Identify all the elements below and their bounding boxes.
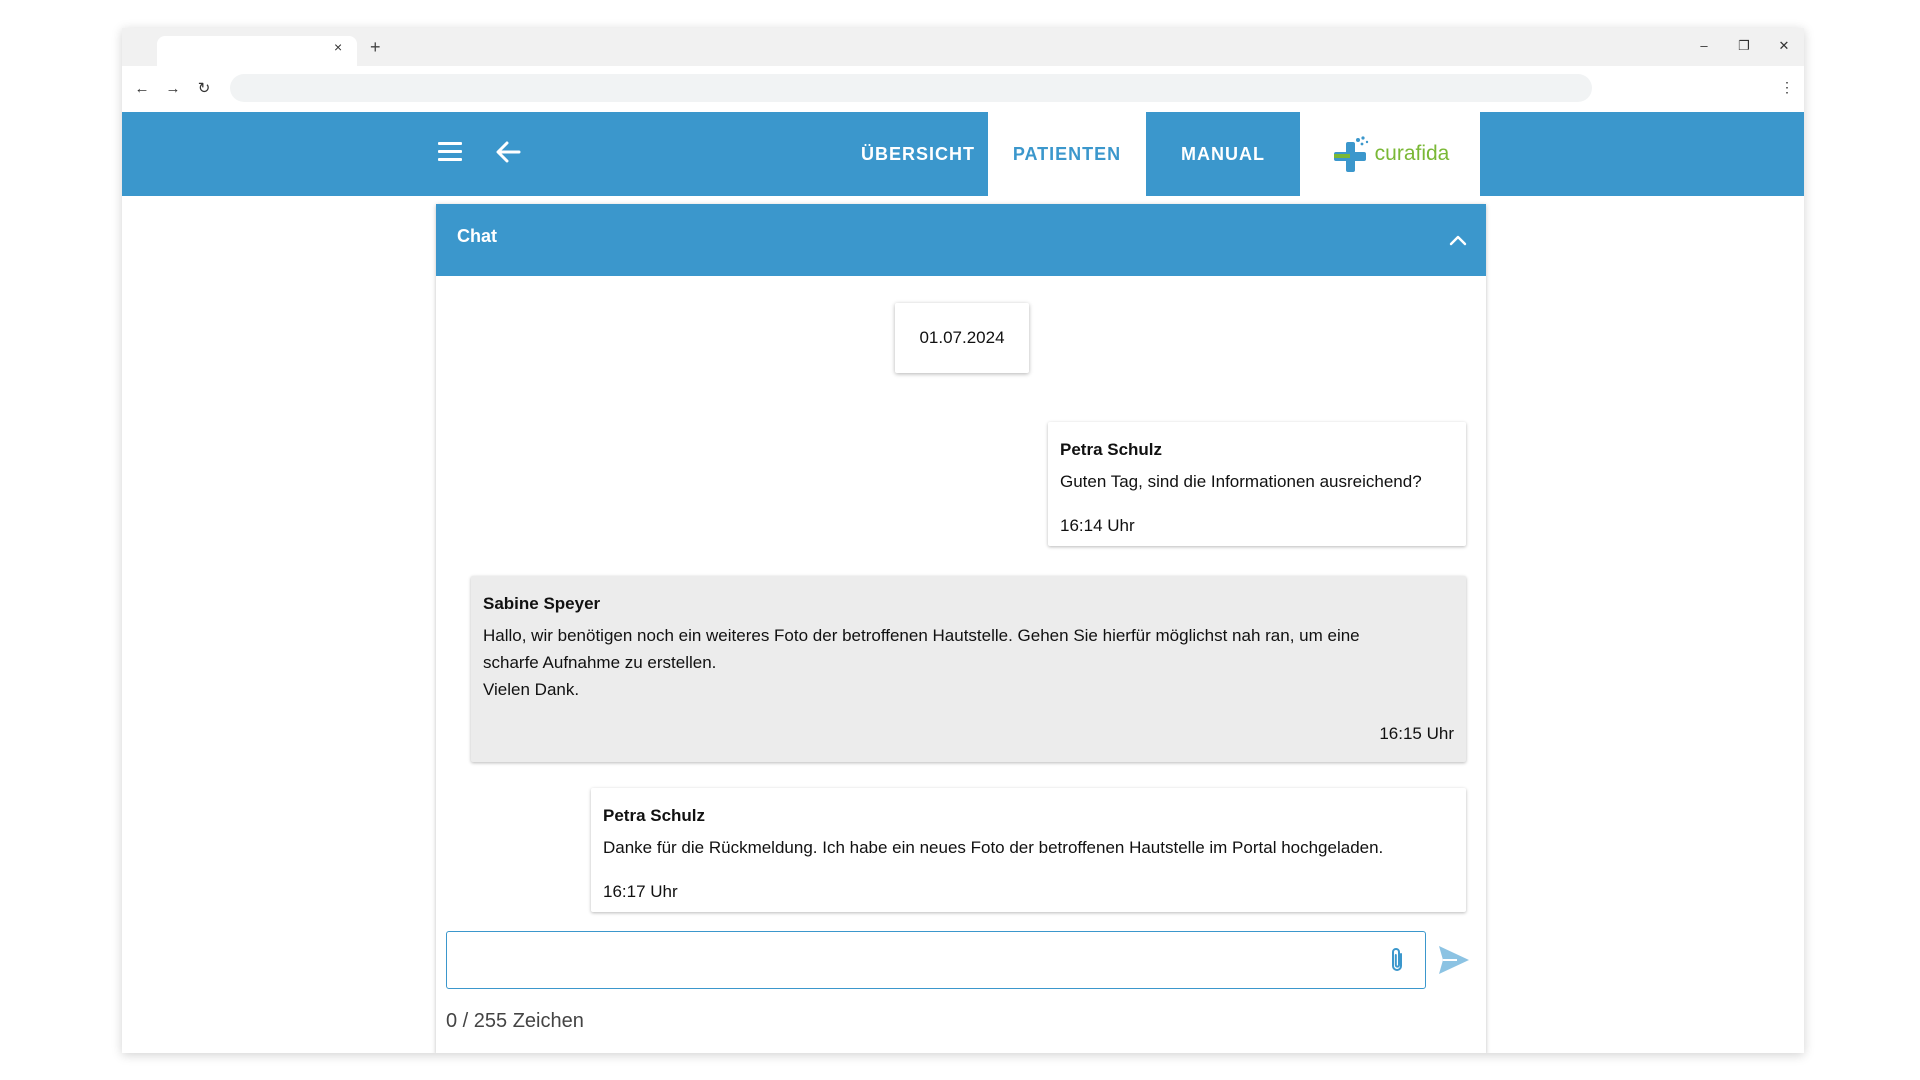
message-text-line: Hallo, wir benötigen noch ein weiteres F… — [483, 626, 1360, 645]
message-text-line: scharfe Aufnahme zu erstellen. — [483, 653, 717, 672]
reload-icon[interactable]: ↻ — [195, 80, 213, 98]
browser-window: × + – ❐ ✕ ← → ↻ ⋮ ÜBERSICHT PATIENTEN MA… — [122, 28, 1804, 1053]
logo-text: curafida — [1374, 142, 1450, 165]
message-time: 16:14 Uhr — [1060, 516, 1135, 535]
message-text: Hallo, wir benötigen noch ein weiteres F… — [483, 622, 1360, 703]
message-sender: Petra Schulz — [1060, 440, 1163, 459]
character-counter: 0 / 255 Zeichen — [446, 1010, 584, 1032]
message-time: 16:15 Uhr — [1379, 724, 1454, 743]
browser-tab[interactable] — [157, 36, 357, 66]
back-icon[interactable]: ← — [133, 80, 151, 98]
message-sender: Petra Schulz — [603, 806, 706, 825]
message-bubble: Sabine Speyer Hallo, wir benötigen noch … — [471, 576, 1466, 762]
tab-uebersicht[interactable]: ÜBERSICHT — [848, 112, 988, 196]
message-text: Danke für die Rückmeldung. Ich habe ein … — [603, 838, 1384, 857]
send-icon[interactable] — [1437, 944, 1471, 976]
forward-icon[interactable]: → — [164, 80, 182, 98]
tab-close-icon[interactable]: × — [334, 39, 342, 55]
message-text: Guten Tag, sind die Informationen ausrei… — [1060, 472, 1422, 491]
message-time: 16:17 Uhr — [603, 882, 678, 901]
message-text-line: Vielen Dank. — [483, 680, 580, 699]
paperclip-icon[interactable] — [1385, 946, 1409, 974]
menu-icon[interactable] — [438, 142, 462, 162]
curafida-logo[interactable]: curafida — [1300, 112, 1480, 196]
tab-strip: × + – ❐ ✕ — [122, 28, 1804, 66]
address-bar[interactable] — [230, 74, 1592, 102]
app-header: ÜBERSICHT PATIENTEN MANUAL curafida — [122, 112, 1804, 196]
browser-menu-icon[interactable]: ⋮ — [1780, 78, 1794, 96]
message-bubble: Petra Schulz Danke für die Rückmeldung. … — [591, 788, 1466, 912]
browser-toolbar: ← → ↻ ⋮ — [122, 66, 1804, 112]
minimize-icon[interactable]: – — [1696, 38, 1712, 54]
message-bubble: Petra Schulz Guten Tag, sind die Informa… — [1048, 422, 1466, 546]
new-tab-icon[interactable]: + — [370, 38, 381, 56]
back-arrow-icon[interactable] — [494, 138, 522, 166]
tab-patienten[interactable]: PATIENTEN — [988, 112, 1146, 196]
chat-panel: Chat 01.07.2024 Petra Schulz Guten Tag, … — [436, 204, 1486, 1053]
chevron-up-icon[interactable] — [1448, 230, 1468, 250]
chat-title: Chat — [457, 226, 497, 246]
tab-manual[interactable]: MANUAL — [1146, 112, 1300, 196]
date-separator: 01.07.2024 — [895, 303, 1029, 373]
message-sender: Sabine Speyer — [483, 594, 601, 613]
close-window-icon[interactable]: ✕ — [1776, 38, 1792, 54]
chat-panel-header[interactable]: Chat — [436, 204, 1486, 276]
logo-cross-icon — [1333, 136, 1368, 172]
message-input[interactable] — [446, 931, 1426, 989]
restore-icon[interactable]: ❐ — [1736, 38, 1752, 54]
